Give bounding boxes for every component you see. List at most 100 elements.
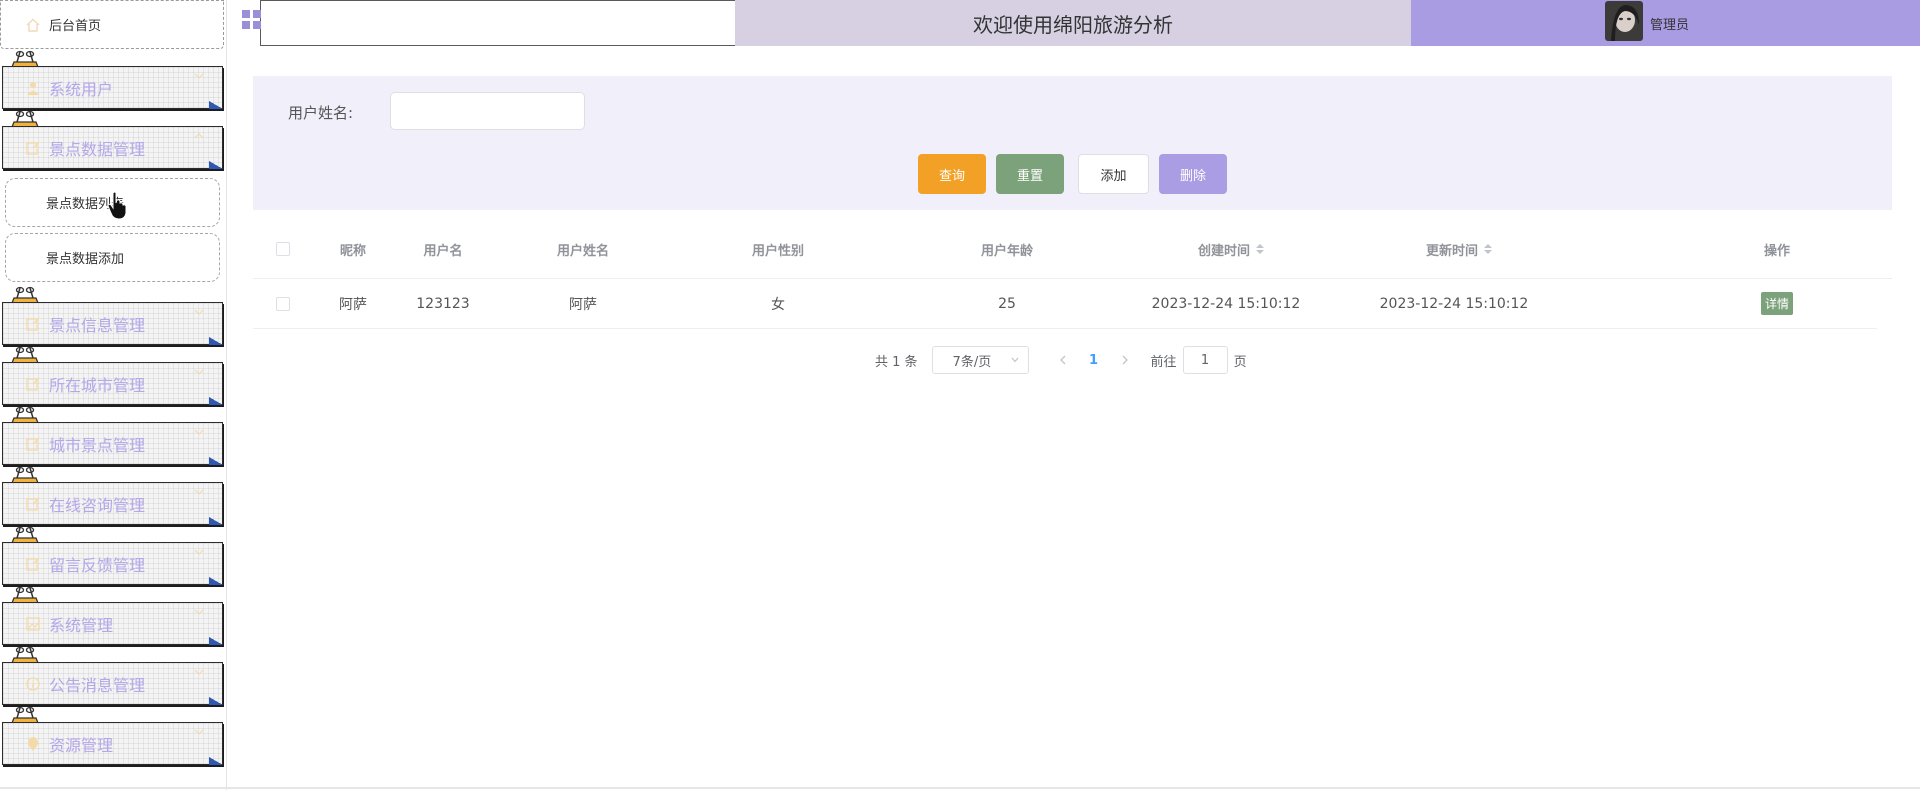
- sidebar-item-label: 在线咨询管理: [49, 495, 146, 515]
- user-area[interactable]: 管理员: [1411, 0, 1920, 46]
- sidebar-item-resources[interactable]: 资源管理: [2, 722, 223, 765]
- corner-fold: [209, 161, 223, 169]
- sidebar-item-label: 所在城市管理: [49, 375, 146, 395]
- delete-button[interactable]: 删除: [1159, 154, 1227, 194]
- corner-fold: [209, 397, 223, 405]
- username-search-label: 用户姓名:: [288, 104, 354, 122]
- sidebar: 后台首页 系统用户 景点数据管理 景点数据列表 景点数据添加 景点信息管理 所在…: [0, 0, 227, 790]
- table-header: 昵称 用户名 用户姓名 用户性别 用户年龄 创建时间 更新时间 操作: [253, 220, 1892, 279]
- user-table: 昵称 用户名 用户姓名 用户性别 用户年龄 创建时间 更新时间 操作 阿萨 12…: [253, 220, 1892, 329]
- page-number-current[interactable]: 1: [1075, 353, 1113, 368]
- user-name: 管理员: [1650, 18, 1690, 33]
- sidebar-item-label: 系统用户: [49, 79, 114, 99]
- chevron-down-icon: [1011, 357, 1019, 363]
- avatar: [1605, 1, 1643, 41]
- prev-page-button[interactable]: [1051, 346, 1075, 374]
- corner-fold: [209, 101, 223, 109]
- submenu-item-label: 景点数据添加: [46, 252, 125, 267]
- sidebar-item-label: 景点数据管理: [49, 139, 146, 159]
- column-header-nickname: 昵称: [339, 243, 366, 259]
- sidebar-item-attraction-data[interactable]: 景点数据管理: [2, 126, 223, 169]
- sidebar-item-label: 留言反馈管理: [49, 555, 146, 575]
- sidebar-item-feedback[interactable]: 留言反馈管理: [2, 542, 223, 585]
- cell-realname: 阿萨: [569, 296, 597, 313]
- edit-icon: [26, 497, 40, 511]
- sidebar-item-system[interactable]: 系统管理: [2, 602, 223, 645]
- chevron-down-icon: [194, 309, 204, 315]
- location-icon: [27, 736, 39, 751]
- corner-fold: [209, 337, 223, 345]
- reset-button[interactable]: 重置: [996, 154, 1064, 194]
- edit-icon: [26, 377, 40, 391]
- query-button[interactable]: 查询: [918, 154, 986, 194]
- submenu-item-attraction-add[interactable]: 景点数据添加: [5, 233, 220, 282]
- grid-menu-icon[interactable]: [241, 9, 263, 31]
- column-header-updated[interactable]: 更新时间: [1369, 220, 1549, 278]
- corner-fold: [209, 757, 223, 765]
- cell-gender: 女: [771, 296, 785, 313]
- page-size-select[interactable]: 7条/页: [931, 346, 1029, 374]
- sidebar-item-announcements[interactable]: 公告消息管理: [2, 662, 223, 705]
- column-header-username: 用户名: [423, 243, 463, 259]
- row-checkbox[interactable]: [276, 296, 290, 311]
- sidebar-item-label: 后台首页: [49, 19, 102, 34]
- column-header-created[interactable]: 创建时间: [1141, 220, 1321, 278]
- sidebar-item-label: 资源管理: [49, 735, 114, 755]
- chevron-down-icon: [194, 489, 204, 495]
- add-button[interactable]: 添加: [1078, 154, 1149, 194]
- bottom-divider: [0, 787, 1920, 789]
- search-panel: 用户姓名: 查询 重置 添加 删除: [253, 76, 1892, 210]
- sidebar-item-home[interactable]: 后台首页: [0, 0, 224, 49]
- column-header-created-label: 创建时间: [1197, 243, 1250, 259]
- hand-cursor-icon: [107, 191, 127, 220]
- edit-icon: [26, 141, 40, 155]
- chevron-down-icon: [194, 609, 204, 615]
- page-title: 欢迎使用绵阳旅游分析: [735, 0, 1411, 46]
- cell-updated: 2023-12-24 15:10:12: [1379, 295, 1529, 312]
- goto-page-input[interactable]: [1182, 346, 1228, 374]
- edit-icon: [26, 317, 40, 331]
- select-all-checkbox[interactable]: [276, 242, 290, 256]
- info-icon: [26, 676, 40, 691]
- sidebar-item-consultation[interactable]: 在线咨询管理: [2, 482, 223, 525]
- goto-prefix: 前往: [1150, 354, 1177, 370]
- sidebar-item-label: 城市景点管理: [49, 435, 146, 455]
- corner-fold: [209, 577, 223, 585]
- chevron-down-icon: [194, 369, 204, 375]
- chevron-up-icon: [194, 133, 204, 139]
- sidebar-item-label: 系统管理: [49, 615, 114, 635]
- chevron-down-icon: [194, 669, 204, 675]
- sidebar-item-system-users[interactable]: 系统用户: [2, 66, 223, 109]
- chevron-right-icon: [1122, 355, 1128, 365]
- image-icon: [26, 616, 40, 631]
- corner-fold: [209, 457, 223, 465]
- cell-age: 25: [998, 295, 1016, 312]
- chevron-down-icon: [194, 549, 204, 555]
- sidebar-item-label: 公告消息管理: [49, 675, 146, 695]
- corner-fold: [209, 517, 223, 525]
- sort-icon[interactable]: [1256, 244, 1264, 254]
- sidebar-item-city[interactable]: 所在城市管理: [2, 362, 223, 405]
- pagination-total: 共 1 条: [875, 354, 918, 370]
- detail-button[interactable]: 详情: [1760, 292, 1793, 315]
- select-all-cell: [268, 220, 298, 278]
- column-header-gender: 用户性别: [751, 243, 804, 259]
- cell-nickname: 阿萨: [339, 296, 367, 313]
- username-search-input[interactable]: [390, 92, 585, 130]
- column-header-realname: 用户姓名: [556, 243, 609, 259]
- sidebar-item-city-attractions[interactable]: 城市景点管理: [2, 422, 223, 465]
- sort-icon[interactable]: [1484, 244, 1492, 254]
- cell-actions: 详情: [1737, 279, 1817, 328]
- row-select-cell: [268, 279, 298, 328]
- top-header: 欢迎使用绵阳旅游分析 管理员: [242, 0, 1920, 46]
- corner-fold: [209, 697, 223, 705]
- table-row: 阿萨 123123 阿萨 女 25 2023-12-24 15:10:12 20…: [253, 279, 1877, 329]
- edit-icon: [26, 437, 40, 451]
- column-header-updated-label: 更新时间: [1425, 243, 1478, 259]
- chevron-down-icon: [194, 729, 204, 735]
- sidebar-item-attraction-info[interactable]: 景点信息管理: [2, 302, 223, 345]
- user-icon: [27, 81, 39, 95]
- next-page-button[interactable]: [1113, 346, 1137, 374]
- cell-username: 123123: [416, 295, 470, 312]
- column-header-age: 用户年龄: [980, 243, 1033, 259]
